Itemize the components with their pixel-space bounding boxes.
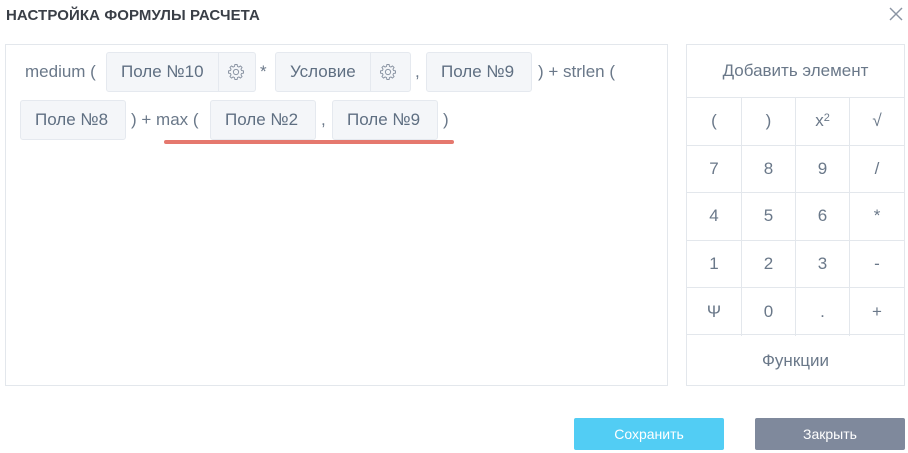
key-left-paren[interactable]: ( (687, 98, 742, 146)
key-5[interactable]: 5 (742, 193, 796, 241)
formula-text: medium ( (25, 62, 96, 81)
formula-separator: , (321, 110, 326, 129)
key-7[interactable]: 7 (687, 145, 742, 194)
chip-label: Поле №9 (347, 110, 421, 129)
formula-separator: , (415, 62, 420, 81)
formula-field-chip[interactable]: Поле №2 (210, 100, 316, 140)
formula-field-chip[interactable]: Поле №8 (20, 100, 126, 140)
formula-text: ) + max ( (131, 110, 199, 129)
functions-button[interactable]: Функции (687, 336, 904, 385)
gear-icon[interactable] (369, 53, 406, 91)
key-plus[interactable]: + (850, 288, 904, 336)
formula-condition-chip[interactable]: Условие (275, 52, 411, 92)
key-2[interactable]: 2 (742, 240, 796, 289)
key-4[interactable]: 4 (687, 193, 742, 241)
active-function-underline (164, 140, 454, 144)
chip-label: Поле №10 (121, 62, 204, 81)
formula-field-chip[interactable]: Поле №9 (426, 52, 532, 92)
save-button[interactable]: Сохранить (574, 418, 724, 450)
dialog-title: НАСТРОЙКА ФОРМУЛЫ РАСЧЕТА (6, 7, 260, 24)
key-multiply[interactable]: * (850, 193, 904, 241)
formula-field-chip[interactable]: Поле №10 (106, 52, 256, 92)
key-power[interactable]: x2 (796, 98, 850, 146)
key-1[interactable]: 1 (687, 240, 742, 289)
formula-editor[interactable]: medium ( Поле №10 * Условие , Поле №9 ) … (5, 44, 668, 386)
chip-label: Поле №9 (441, 62, 515, 81)
chip-label: Поле №8 (35, 110, 109, 129)
key-minus[interactable]: - (850, 241, 904, 289)
gear-icon[interactable] (217, 53, 254, 91)
power-exponent: 2 (823, 112, 830, 125)
close-button[interactable]: Закрыть (755, 418, 905, 450)
key-dot[interactable]: . (796, 288, 850, 336)
key-8[interactable]: 8 (742, 145, 796, 194)
element-pad: Добавить элемент ( ) x2 √ 7 8 9 / 4 5 6 … (686, 44, 905, 386)
power-base: x (815, 111, 824, 131)
formula-operator: * (260, 62, 267, 81)
key-0[interactable]: 0 (742, 288, 796, 336)
keypad-grid: ( ) x2 √ 7 8 9 / 4 5 6 * 1 2 3 - Ψ 0 . + (687, 97, 904, 336)
key-9[interactable]: 9 (796, 145, 850, 194)
formula-field-chip[interactable]: Поле №9 (332, 100, 438, 140)
add-element-button[interactable]: Добавить элемент (687, 45, 904, 97)
key-psi[interactable]: Ψ (687, 288, 742, 336)
close-icon[interactable] (886, 4, 906, 24)
formula-text: ) (443, 110, 449, 129)
key-right-paren[interactable]: ) (742, 98, 796, 146)
key-sqrt[interactable]: √ (850, 98, 904, 146)
chip-label: Условие (290, 62, 356, 81)
key-6[interactable]: 6 (796, 193, 850, 241)
key-3[interactable]: 3 (796, 240, 850, 289)
key-divide[interactable]: / (850, 146, 904, 194)
chip-label: Поле №2 (225, 110, 299, 129)
formula-text: ) + strlen ( (538, 62, 615, 81)
